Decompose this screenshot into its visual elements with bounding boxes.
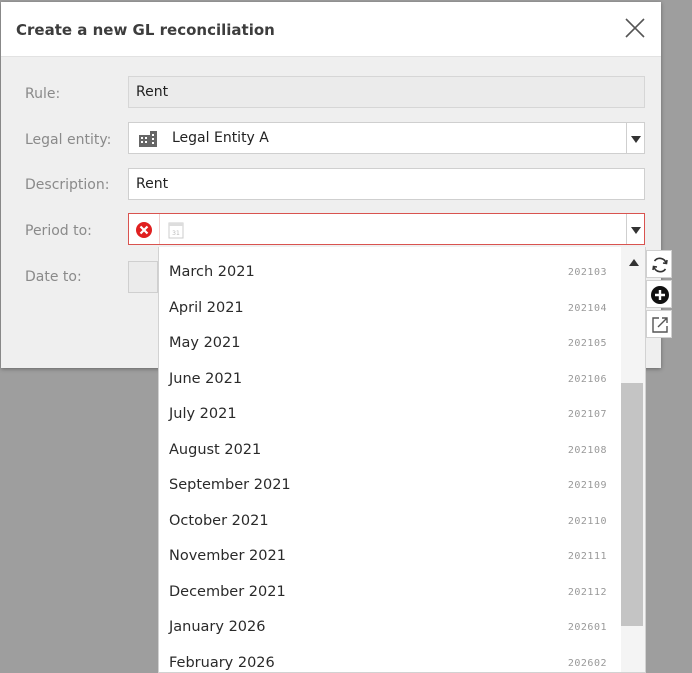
scroll-thumb[interactable]: [621, 383, 643, 626]
period-option-label: March 2021: [169, 264, 255, 280]
add-button[interactable]: [646, 280, 672, 308]
period-option-code: 202110: [567, 515, 607, 527]
period-option[interactable]: February 2026 202602: [159, 638, 617, 673]
period-option-label: September 2021: [169, 477, 291, 493]
close-icon: [625, 18, 645, 38]
period-to-select[interactable]: 31: [128, 213, 645, 245]
period-option-code: 202111: [567, 551, 607, 562]
period-option-code: 202104: [567, 302, 607, 314]
description-value: Rent: [136, 176, 169, 192]
calendar-icon[interactable]: 31: [168, 221, 184, 239]
close-button[interactable]: [623, 16, 647, 40]
period-option-label: April 2021: [169, 299, 244, 316]
period-option-label: November 2021: [169, 548, 286, 564]
period-option-label: August 2021: [169, 441, 262, 458]
period-option[interactable]: August 2021 202108: [159, 425, 617, 460]
rule-field: Rent: [128, 76, 645, 108]
period-dropdown-list[interactable]: March 2021 202103 April 2021 202104 May 2021…: [158, 247, 646, 673]
rule-label: Rule:: [25, 86, 61, 102]
open-external-button[interactable]: [646, 310, 672, 338]
period-option[interactable]: July 2021 202107: [159, 389, 617, 424]
period-option[interactable]: December 2021 202112: [159, 567, 617, 602]
period-option-label: October 2021: [169, 512, 269, 529]
building-icon: [139, 131, 157, 147]
period-option[interactable]: April 2021 202104: [159, 283, 617, 318]
period-option-code: 202105: [567, 338, 607, 349]
scroll-up-icon[interactable]: [629, 259, 639, 266]
refresh-icon: [652, 257, 668, 273]
add-icon: [651, 286, 669, 304]
legal-entity-label: Legal entity:: [25, 132, 112, 148]
period-option-code: 202103: [567, 267, 607, 278]
period-option-label: July 2021: [169, 406, 237, 422]
date-to-label: Date to:: [25, 269, 82, 285]
period-option[interactable]: October 2021 202110: [159, 496, 617, 531]
legal-entity-select[interactable]: Legal Entity A: [128, 122, 645, 154]
period-option-code: 202601: [567, 622, 607, 633]
period-option-code: 202108: [567, 444, 607, 456]
scrollbar[interactable]: [621, 247, 645, 672]
period-option[interactable]: January 2026 202601: [159, 602, 617, 637]
period-option-label: January 2026: [169, 619, 266, 635]
period-option-code: 202109: [567, 480, 607, 491]
period-option[interactable]: June 2021 202106: [159, 354, 617, 389]
legal-entity-value: Legal Entity A: [172, 130, 269, 146]
dialog-title: Create a new GL reconciliation: [16, 21, 275, 39]
period-option[interactable]: March 2021 202103: [159, 247, 617, 282]
period-option-code: 202112: [567, 586, 607, 598]
period-option-label: June 2021: [169, 370, 243, 387]
period-separator: [159, 214, 160, 244]
period-to-label: Period to:: [25, 223, 92, 239]
refresh-button[interactable]: [646, 250, 672, 278]
period-option-code: 202107: [567, 409, 607, 420]
period-option[interactable]: November 2021 202111: [159, 531, 617, 566]
chevron-down-icon: [631, 136, 641, 143]
chevron-down-icon: [631, 227, 641, 234]
date-to-input[interactable]: [128, 261, 158, 293]
description-input[interactable]: Rent: [128, 168, 645, 200]
period-option-code: 202106: [567, 373, 607, 385]
period-option-label: December 2021: [169, 583, 286, 600]
period-option-code: 202602: [567, 657, 607, 669]
period-option[interactable]: May 2021 202105: [159, 318, 617, 353]
period-option-label: February 2026: [169, 654, 275, 671]
description-label: Description:: [25, 177, 110, 193]
period-to-dropdown-button[interactable]: [626, 214, 644, 244]
dialog-header: Create a new GL reconciliation: [1, 2, 661, 57]
svg-text:31: 31: [172, 230, 180, 237]
error-icon: [136, 222, 152, 238]
open-external-icon: [652, 317, 668, 333]
rule-value: Rent: [136, 84, 169, 100]
period-option-label: May 2021: [169, 335, 241, 351]
period-option[interactable]: September 2021 202109: [159, 460, 617, 495]
legal-entity-dropdown-button[interactable]: [626, 123, 644, 153]
